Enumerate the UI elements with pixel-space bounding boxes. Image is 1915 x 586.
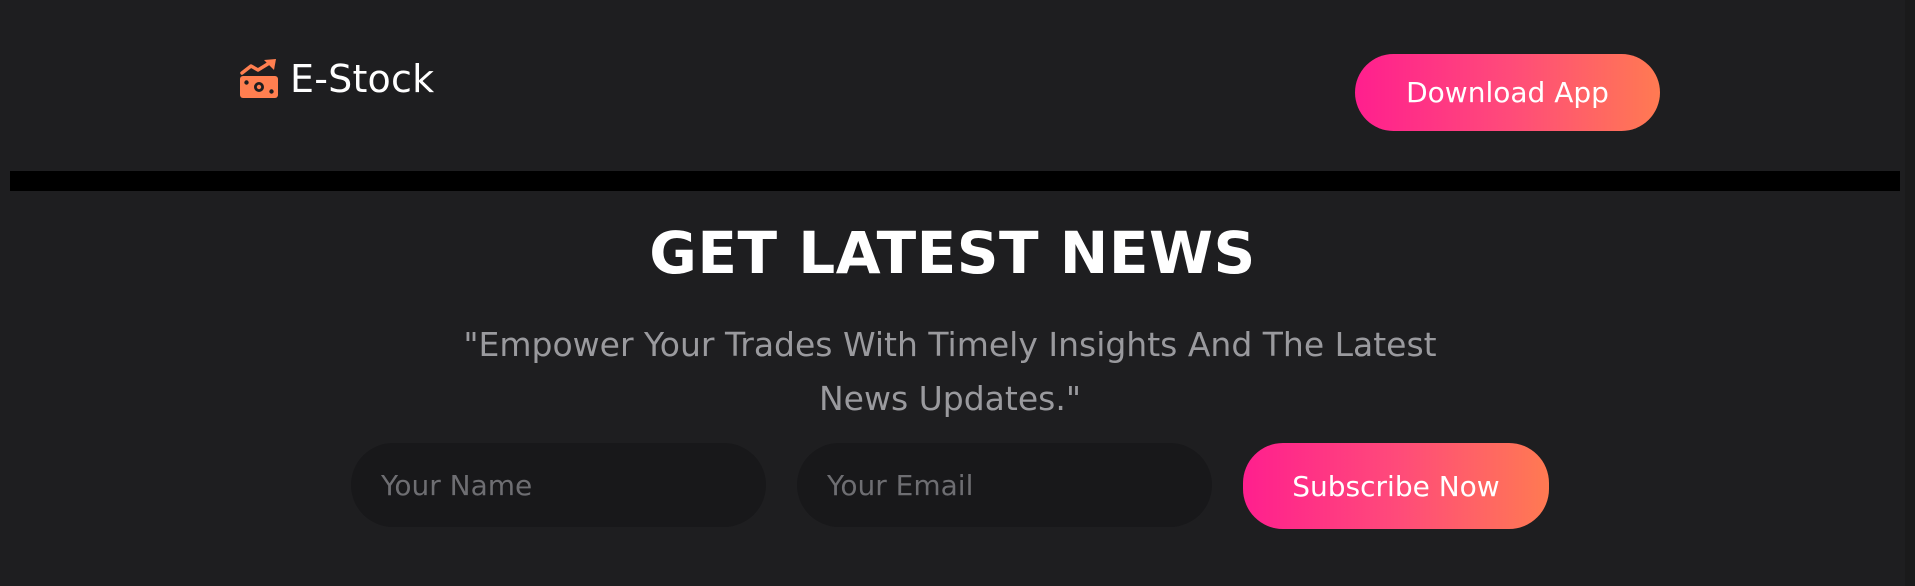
download-app-button[interactable]: Download App [1355, 54, 1660, 131]
subscribe-button[interactable]: Subscribe Now [1243, 443, 1549, 529]
page-scrollbar[interactable] [1905, 0, 1915, 586]
email-input[interactable] [797, 443, 1212, 527]
name-input[interactable] [351, 443, 766, 527]
page: E-Stock Download App GET LATEST NEWS "Em… [0, 0, 1915, 586]
brand-name: E-Stock [290, 57, 435, 101]
money-bill-trend-up-icon [240, 59, 278, 98]
newsletter-title: GET LATEST NEWS [649, 219, 1256, 287]
newsletter-subtitle: "Empower Your Trades With Timely Insight… [463, 325, 1437, 418]
section-divider [10, 171, 1900, 191]
brand-logo[interactable]: E-Stock [238, 58, 434, 100]
site-header: E-Stock Download App [0, 0, 1905, 170]
